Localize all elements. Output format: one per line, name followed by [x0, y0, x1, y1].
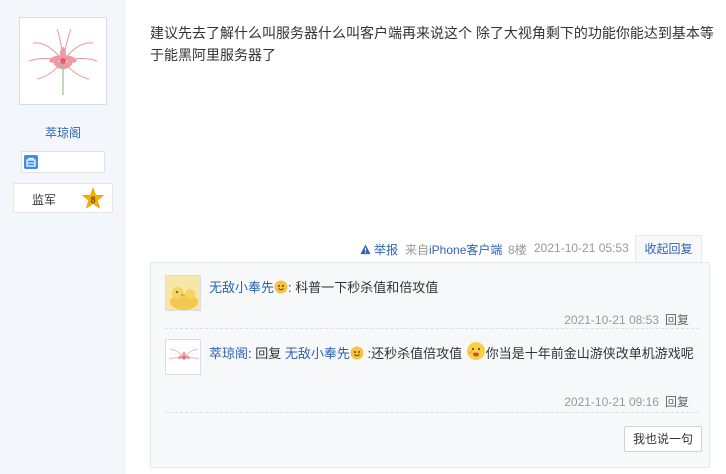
- floor-number: 8楼: [508, 243, 527, 257]
- reply-item: 无敌小奉先: 科普一下秒杀值和倍攻值 2021-10-21 08:53 回复: [165, 273, 699, 329]
- reply-time: 2021-10-21 09:16: [564, 395, 659, 409]
- clapping-emoji-icon: [466, 342, 485, 360]
- reply-user-link[interactable]: 萃琼阁: [209, 346, 248, 361]
- collapse-replies-button[interactable]: 收起回复: [635, 235, 702, 262]
- warning-icon: [360, 244, 371, 255]
- author-avatar[interactable]: [19, 17, 107, 105]
- post-time: 2021-10-21 05:53: [534, 241, 629, 255]
- reply-button[interactable]: 回复: [665, 395, 689, 409]
- smile-emoji-icon: [274, 280, 288, 294]
- reply-time: 2021-10-21 08:53: [564, 313, 659, 327]
- reply-meta: 2021-10-21 08:53 回复: [564, 311, 689, 328]
- reply-button[interactable]: 回复: [665, 313, 689, 327]
- spider-lily-avatar-icon: [23, 21, 103, 101]
- spider-lily-avatar-icon: [166, 340, 200, 374]
- level-star-icon: 8: [81, 187, 105, 209]
- post-floor: 萃琼阁 监军 8 建议先去了解什么叫服务器什么叫客户端再来说这个 除了大视角剩下…: [0, 0, 726, 474]
- reply-avatar[interactable]: [165, 275, 201, 311]
- reply-content: 无敌小奉先: 科普一下秒杀值和倍攻值: [209, 277, 699, 299]
- add-reply-button[interactable]: 我也说一句: [624, 426, 702, 452]
- post-client-info: 来自iPhone客户端: [405, 241, 502, 258]
- post-tail-bar: 举报 来自iPhone客户端 8楼 2021-10-21 05:53 收起回复: [150, 235, 716, 262]
- reply-panel: 无敌小奉先: 科普一下秒杀值和倍攻值 2021-10-21 08:53 回复 萃…: [150, 262, 710, 468]
- member-badge-icon[interactable]: [24, 155, 38, 169]
- reply-item: 萃琼阁: 回复 无敌小奉先 :还秒杀值倍攻值 你当是十年前金山游侠改单机游戏呢 …: [165, 337, 699, 413]
- reply-target-user-link[interactable]: 无敌小奉先: [285, 346, 350, 361]
- reply-prefix: 回复: [251, 346, 285, 361]
- post-content: 建议先去了解什么叫服务器什么叫客户端再来说这个 除了大视角剩下的功能你能达到基本…: [150, 25, 714, 63]
- client-link[interactable]: iPhone客户端: [429, 243, 502, 257]
- duck-avatar-icon: [166, 276, 200, 310]
- reply-content: 萃琼阁: 回复 无敌小奉先 :还秒杀值倍攻值 你当是十年前金山游侠改单机游戏呢: [209, 341, 699, 365]
- reply-meta: 2021-10-21 09:16 回复: [564, 393, 689, 410]
- author-badge-bar: [21, 151, 105, 173]
- report-button[interactable]: 举报: [360, 241, 398, 258]
- report-label: 举报: [374, 243, 399, 257]
- reply-text-continued: 你当是十年前金山游侠改单机游戏呢: [485, 346, 694, 361]
- reply-text: :还秒杀值倍攻值: [363, 346, 466, 361]
- smile-emoji-icon: [350, 346, 364, 360]
- reply-text: 科普一下秒杀值和倍攻值: [291, 280, 439, 295]
- client-prefix: 来自: [405, 243, 430, 257]
- reply-user-link[interactable]: 无敌小奉先: [209, 280, 274, 295]
- author-level-badge[interactable]: 监军 8: [13, 183, 113, 213]
- reply-avatar[interactable]: [165, 339, 201, 375]
- level-number: 8: [90, 195, 95, 205]
- level-title: 监军: [32, 193, 57, 207]
- author-name-link[interactable]: 萃琼阁: [0, 124, 126, 141]
- author-sidebar: 萃琼阁 监军 8: [0, 0, 126, 474]
